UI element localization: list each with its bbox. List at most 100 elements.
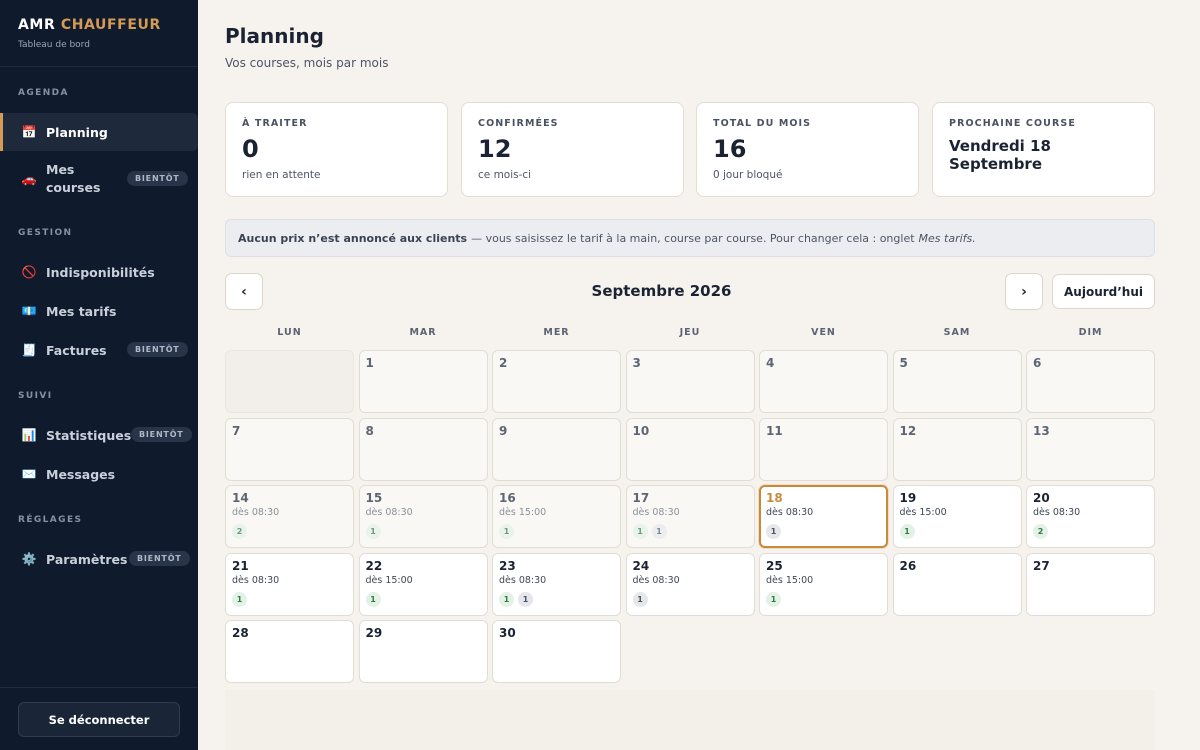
sidebar-item-factures[interactable]: 🧾 Factures BIENTÔT: [0, 336, 198, 364]
day-number: 20: [1033, 491, 1050, 505]
sidebar-item-parametres[interactable]: ⚙️ Paramètres BIENTÔT: [0, 545, 198, 573]
confirmed-count-badge: 2: [1033, 524, 1048, 539]
next-month-button[interactable]: ›: [1005, 273, 1043, 310]
day-number: 14: [232, 491, 249, 505]
calendar-day-cell[interactable]: 27: [1026, 552, 1155, 616]
calendar-day-cell[interactable]: 8: [358, 417, 488, 481]
stat-note: 0 jour bloqué: [713, 169, 783, 181]
page-title: Planning: [225, 24, 324, 48]
calendar-day-cell[interactable]: 6: [1026, 350, 1155, 413]
calendar-icon: 📅: [21, 125, 37, 139]
ride-count-badges: 2: [1033, 524, 1148, 539]
car-icon: 🚗: [21, 172, 37, 186]
day-number: 12: [899, 423, 917, 438]
stat-card-pending: À TRAITER 0 rien en attente: [225, 102, 448, 197]
calendar-day-cell[interactable]: 30: [492, 620, 621, 683]
ride-count-badges: 1: [766, 591, 881, 607]
calendar-day-cell[interactable]: 29: [358, 620, 488, 683]
calendar-day-cell[interactable]: 26: [892, 552, 1022, 616]
brand-name: AMR: [18, 17, 56, 33]
calendar-day-cell[interactable]: 28: [225, 620, 354, 683]
stat-label: TOTAL DU MOIS: [713, 118, 812, 129]
sidebar-item-courses[interactable]: 🚗 Mes courses BIENTÔT: [0, 158, 198, 200]
calendar-day-cell[interactable]: 7: [225, 417, 354, 481]
day-number: 6: [1033, 356, 1042, 370]
sidebar-item-label: Paramètres: [46, 551, 128, 567]
weekday-label: MAR: [409, 327, 437, 338]
calendar-day-cell[interactable]: 12: [892, 417, 1022, 481]
ride-count-badges: 1: [499, 524, 614, 539]
sidebar-item-messages[interactable]: ✉️ Messages: [0, 460, 198, 488]
stat-card-next-ride: PROCHAINE COURSE Vendredi 18 Septembre: [932, 102, 1155, 197]
main-content: Planning Vos courses, mois par mois À TR…: [198, 0, 1200, 750]
day-number: 4: [766, 356, 775, 370]
pending-count-badge: 1: [518, 591, 533, 607]
day-start-time: dès 08:30: [632, 507, 680, 518]
day-number: 2: [499, 356, 508, 370]
day-number: 10: [632, 423, 650, 438]
calendar-day-cell[interactable]: 15 dès 08:30 1: [358, 485, 488, 548]
confirmed-count-badge: 2: [232, 524, 247, 539]
calendar-day-cell[interactable]: 18 dès 08:30 1: [759, 485, 888, 548]
section-label-gestion: GESTION: [18, 228, 73, 238]
day-number: 1: [365, 356, 374, 370]
banner-text: — vous saisissez le tarif à la main, cou…: [471, 231, 915, 245]
section-label-agenda: AGENDA: [18, 88, 69, 98]
calendar-day-cell[interactable]: 20 dès 08:30 2: [1026, 485, 1155, 548]
day-start-time: dès 08:30: [1033, 507, 1081, 518]
brand-title: AMR CHAUFFEUR: [18, 17, 180, 33]
brand-accent: CHAUFFEUR: [60, 17, 161, 33]
day-start-time: dès 08:30: [766, 507, 814, 518]
calendar-day-cell[interactable]: 16 dès 15:00 1: [492, 485, 621, 548]
confirmed-count-badge: 1: [499, 591, 514, 607]
calendar-day-cell[interactable]: 2: [492, 350, 621, 413]
calendar-day-cell[interactable]: 24 dès 08:30 1: [625, 552, 755, 616]
day-start-time: dès 08:30: [365, 507, 413, 518]
day-number: 3: [632, 356, 641, 370]
day-number: 21: [232, 558, 249, 573]
sidebar-item-tarifs[interactable]: 💶 Mes tarifs: [0, 297, 198, 325]
calendar-day-cell[interactable]: 4: [759, 350, 888, 413]
calendar-day-cell[interactable]: 25 dès 15:00 1: [759, 552, 888, 616]
today-button[interactable]: Aujourd’hui: [1052, 274, 1155, 309]
ride-count-badges: 11: [499, 591, 614, 607]
calendar-empty-cell: [225, 350, 354, 413]
day-number: 24: [632, 558, 650, 573]
logout-button[interactable]: Se déconnecter: [18, 702, 180, 737]
soon-badge: BIENTÔT: [129, 551, 190, 566]
calendar-day-cell[interactable]: 1: [358, 350, 488, 413]
ride-count-badges: 1: [632, 591, 748, 607]
day-start-time: dès 15:00: [499, 507, 547, 518]
sidebar-item-statistiques[interactable]: 📊 Statistiques BIENTÔT: [0, 421, 198, 449]
confirmed-count-badge: 1: [499, 524, 514, 539]
calendar-day-cell[interactable]: 13: [1026, 417, 1155, 481]
calendar-day-cell[interactable]: 14 dès 08:30 2: [225, 485, 354, 548]
calendar-day-cell[interactable]: 3: [625, 350, 755, 413]
gear-icon: ⚙️: [21, 552, 37, 566]
ride-count-badges: 1: [766, 524, 881, 539]
calendar-day-cell[interactable]: 10: [625, 417, 755, 481]
sidebar-item-label: Indisponibilités: [46, 264, 155, 280]
calendar-day-cell[interactable]: 23 dès 08:30 1 1: [492, 552, 621, 616]
banner-tarifs-link[interactable]: Mes tarifs.: [919, 232, 976, 245]
calendar-day-cell[interactable]: 17 dès 08:30 1 1: [625, 485, 755, 548]
sidebar-item-indisponibilites[interactable]: 🚫 Indisponibilités: [0, 258, 198, 286]
ride-count-badges: 11: [632, 524, 748, 539]
sidebar-item-planning[interactable]: 📅 Planning: [0, 113, 198, 151]
stat-label: PROCHAINE COURSE: [949, 118, 1076, 129]
calendar-day-cell[interactable]: 21 dès 08:30 1: [225, 552, 354, 616]
sidebar-item-label: Factures: [46, 342, 107, 358]
stat-card-confirmed: CONFIRMÉES 12 ce mois-ci: [461, 102, 684, 197]
ride-count-badges: 1: [365, 591, 481, 607]
calendar-day-cell[interactable]: 22 dès 15:00 1: [358, 552, 488, 616]
chevron-right-icon: ›: [1021, 283, 1027, 300]
sidebar-item-label: Mes courses: [46, 162, 101, 195]
calendar-day-cell[interactable]: 19 dès 15:00 1: [892, 485, 1022, 548]
weekday-label: DIM: [1078, 327, 1103, 338]
calendar-day-cell[interactable]: 5: [892, 350, 1022, 413]
pending-count-badge: 1: [651, 524, 667, 539]
calendar-day-cell[interactable]: 9: [492, 417, 621, 481]
calendar-day-cell[interactable]: 11: [759, 417, 888, 481]
sidebar-item-label: Statistiques: [46, 427, 132, 443]
banner-bold-text: Aucun prix n’est annoncé aux clients: [238, 231, 468, 245]
